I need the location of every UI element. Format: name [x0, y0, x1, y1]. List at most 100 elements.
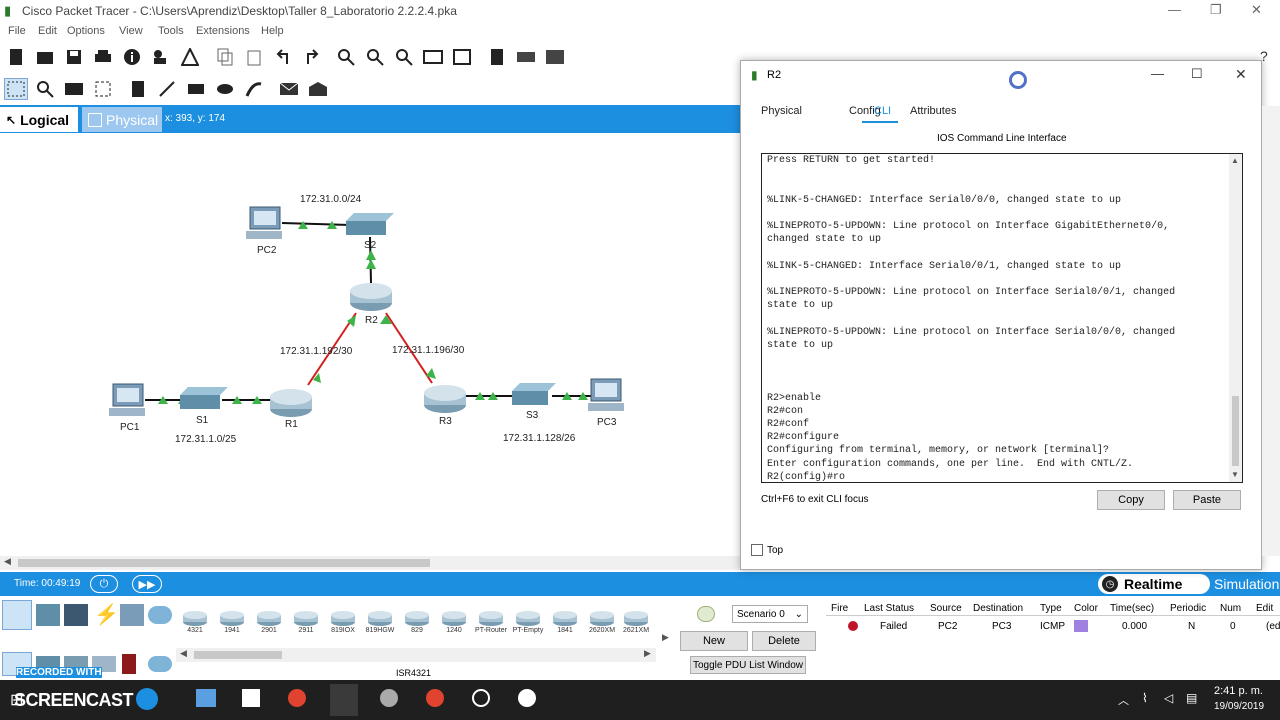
freeform-icon[interactable] — [243, 78, 265, 100]
restore-button[interactable]: ❐ — [1210, 2, 1222, 18]
menu-extensions[interactable]: Extensions — [196, 25, 250, 37]
image-icon[interactable] — [544, 46, 566, 68]
end-devices-icon[interactable] — [36, 604, 60, 626]
draw-rectangle-icon[interactable] — [185, 78, 207, 100]
router-model-tile[interactable]: 2911 — [289, 600, 323, 634]
new-file-icon[interactable] — [5, 46, 27, 68]
chrome-icon[interactable] — [288, 689, 306, 707]
scroll-right-icon[interactable]: ▶ — [662, 632, 669, 643]
menu-tools[interactable]: Tools — [158, 25, 184, 37]
minimize-button[interactable]: — — [1168, 2, 1181, 17]
scroll-thumb[interactable] — [18, 559, 430, 567]
router-model-tile[interactable]: 1841 — [548, 600, 582, 634]
router-model-tile[interactable]: 2620XM — [585, 600, 619, 634]
maximize-button[interactable]: ☐ — [1191, 66, 1203, 82]
tab-physical[interactable]: Physical — [761, 105, 802, 117]
menu-help[interactable]: Help — [261, 25, 284, 37]
realtime-mode-button[interactable]: ◷ Realtime — [1098, 574, 1210, 594]
router-model-tile[interactable]: 819IOX — [326, 600, 360, 634]
store-icon[interactable] — [242, 689, 260, 707]
custom-device-icon[interactable] — [451, 46, 473, 68]
pdu-edit[interactable]: (edit) — [1266, 621, 1280, 632]
add-simple-pdu-icon[interactable] — [278, 78, 300, 100]
logical-workspace[interactable]: 172.31.0.0/24 PC2 S2 R2 172.31.1.192/30 … — [0, 133, 740, 555]
tab-physical[interactable]: Physical — [82, 107, 162, 132]
close-button[interactable]: ✕ — [1235, 66, 1247, 83]
connections-icon[interactable]: ⚡ — [94, 602, 119, 627]
delete-icon[interactable] — [63, 78, 85, 100]
top-checkbox[interactable] — [751, 544, 763, 556]
zoom-in-icon[interactable] — [335, 46, 357, 68]
record-icon[interactable] — [518, 689, 536, 707]
workspace-hscrollbar[interactable]: ◀ — [0, 556, 740, 570]
activity-wizard-icon[interactable] — [179, 46, 201, 68]
chrome-icon[interactable] — [426, 689, 444, 707]
copy-icon[interactable] — [214, 46, 236, 68]
app-icon[interactable] — [380, 689, 398, 707]
scroll-right-icon[interactable]: ▶ — [644, 648, 651, 659]
select-tool-icon[interactable] — [4, 78, 28, 100]
scroll-down-icon[interactable]: ▼ — [1231, 470, 1239, 479]
misc-icon[interactable] — [120, 604, 144, 626]
router-model-tile[interactable]: 819HGW — [363, 600, 397, 634]
toggle-pdu-list-button[interactable]: Toggle PDU List Window — [690, 656, 806, 674]
open-folder-icon[interactable] — [34, 46, 56, 68]
resize-icon[interactable] — [92, 78, 114, 100]
inspect-icon[interactable] — [34, 78, 56, 100]
menu-edit[interactable]: Edit — [38, 25, 57, 37]
new-scenario-button[interactable]: New — [680, 631, 748, 651]
router-model-tile[interactable]: 4321 — [178, 600, 212, 634]
simulation-mode-button[interactable]: Simulation — [1196, 574, 1280, 594]
network-devices-icon[interactable] — [2, 600, 32, 630]
note-icon[interactable] — [127, 78, 149, 100]
undo-icon[interactable] — [272, 46, 294, 68]
router-model-tile[interactable]: 829 — [400, 600, 434, 634]
print-icon[interactable] — [92, 46, 114, 68]
network-wizard-icon[interactable] — [150, 46, 172, 68]
menu-file[interactable]: File — [8, 25, 26, 37]
multiuser-icon[interactable] — [148, 606, 172, 624]
media-icon[interactable] — [472, 689, 490, 707]
zoom-out-icon[interactable] — [393, 46, 415, 68]
drawing-palette-icon[interactable] — [422, 46, 444, 68]
minimize-button[interactable]: — — [1151, 66, 1164, 81]
file-explorer-icon[interactable] — [196, 689, 216, 707]
draw-line-icon[interactable] — [156, 78, 178, 100]
menu-options[interactable]: Options — [67, 25, 105, 37]
document-icon[interactable] — [486, 46, 508, 68]
tab-logical[interactable]: ↖ Logical — [0, 107, 78, 132]
info-icon[interactable] — [121, 46, 143, 68]
paste-icon[interactable] — [243, 46, 265, 68]
power-cycle-icon[interactable]: ⏻ — [90, 575, 118, 593]
wan-emulation-icon[interactable] — [148, 656, 172, 672]
save-icon[interactable] — [63, 46, 85, 68]
pdu-row[interactable]: Failed PC2 PC3 ICMP 0.000 N 0 (edit) — [826, 618, 1280, 634]
packet-tracer-taskbar-icon[interactable] — [330, 684, 358, 716]
tab-attributes[interactable]: Attributes — [910, 105, 956, 117]
cli-scrollbar[interactable]: ▲ ▼ — [1229, 154, 1242, 482]
scroll-left-icon[interactable]: ◀ — [180, 648, 187, 659]
router-model-tile[interactable]: 2621XM — [622, 600, 650, 634]
notification-icon[interactable]: ▤ — [1186, 691, 1197, 705]
network-icon[interactable]: ⌇ — [1142, 691, 1148, 705]
components-icon[interactable] — [64, 604, 88, 626]
cli-terminal[interactable]: Press RETURN to get started! %LINK-5-CHA… — [761, 153, 1243, 483]
copy-button[interactable]: Copy — [1097, 490, 1165, 510]
close-button[interactable]: ✕ — [1251, 2, 1262, 18]
router-model-tile[interactable]: PT-Router — [474, 600, 508, 634]
router-model-tile[interactable]: 2901 — [252, 600, 286, 634]
scroll-thumb[interactable] — [194, 651, 282, 659]
fire-indicator-icon[interactable] — [848, 621, 858, 631]
redo-icon[interactable] — [301, 46, 323, 68]
draw-ellipse-icon[interactable] — [214, 78, 236, 100]
tab-cli[interactable]: CLI — [874, 105, 891, 117]
r2-window-titlebar[interactable]: ▮ R2 — ☐ ✕ — [741, 61, 1261, 89]
router-model-tile[interactable]: 1941 — [215, 600, 249, 634]
scroll-up-icon[interactable]: ▲ — [1231, 156, 1239, 165]
add-complex-pdu-icon[interactable] — [307, 78, 329, 100]
volume-icon[interactable]: ◁ — [1164, 691, 1173, 705]
model-scrollbar[interactable]: ◀ ▶ — [176, 648, 656, 662]
scenario-info-icon[interactable] — [697, 606, 715, 622]
router-model-tile[interactable]: 1240 — [437, 600, 471, 634]
help-icon[interactable]: ? — [1260, 48, 1268, 64]
